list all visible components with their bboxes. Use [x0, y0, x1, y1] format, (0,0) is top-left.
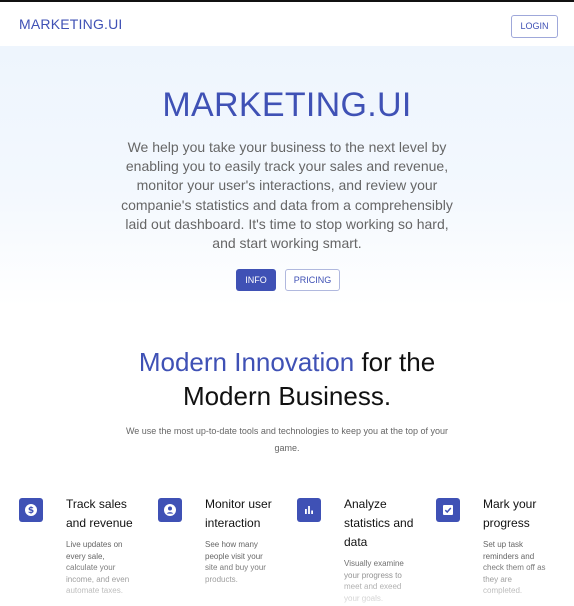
svg-text:$: $ — [28, 506, 34, 516]
section-title: Modern Innovation for the Modern Busines… — [0, 345, 574, 413]
section-title-line-2: Modern Business. — [182, 381, 392, 411]
feature-description: Visually examine your progress to meet a… — [344, 559, 404, 603]
feature-title: Track sales and revenue — [66, 497, 133, 530]
user-icon — [158, 498, 182, 522]
feature-analyze-stats: Analyze statistics and data Visually exa… — [297, 495, 427, 605]
section-title-accent: Modern Innovation — [138, 347, 355, 377]
feature-monitor-users: Monitor user interaction See how many pe… — [158, 495, 288, 605]
hero-section: MARKETING.UI We help you take your busin… — [0, 46, 574, 306]
feature-title: Monitor user interaction — [205, 497, 272, 530]
pricing-button[interactable]: PRICING — [285, 269, 340, 291]
hero-title: MARKETING.UI — [162, 86, 412, 124]
section-subtitle: We use the most up-to-date tools and tec… — [125, 426, 449, 453]
feature-title: Analyze statistics and data — [344, 497, 414, 549]
app-header: MARKETING.UI LOGIN — [0, 2, 574, 46]
checklist-icon — [436, 498, 460, 522]
hero-description: We help you take your business to the ne… — [121, 139, 453, 252]
bar-chart-icon — [297, 498, 321, 522]
feature-title: Mark your progress — [483, 497, 537, 530]
dollar-icon: $ — [19, 498, 43, 522]
brand-logo[interactable]: MARKETING.UI — [19, 16, 123, 32]
feature-mark-progress: Mark your progress Set up task reminders… — [436, 495, 566, 605]
feature-description: Set up task reminders and check them off… — [483, 540, 546, 596]
section-title-rest: for the — [354, 347, 436, 377]
login-button[interactable]: LOGIN — [511, 15, 558, 38]
feature-description: See how many people visit your site and … — [205, 540, 266, 584]
feature-description: Live updates on every sale, calculate yo… — [66, 540, 130, 596]
info-button[interactable]: INFO — [236, 269, 276, 291]
feature-track-sales: $ Track sales and revenue Live updates o… — [19, 495, 149, 605]
